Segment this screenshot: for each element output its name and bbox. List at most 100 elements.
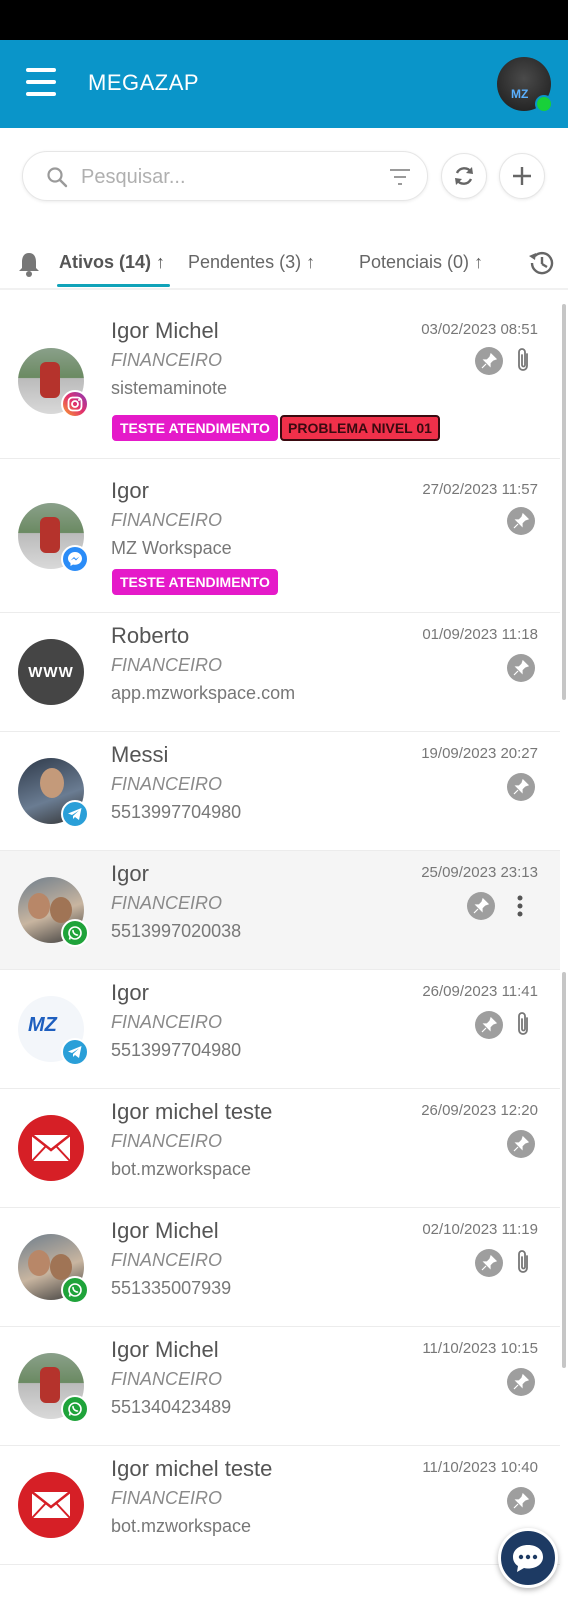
paperclip-icon: [518, 1250, 528, 1273]
tab-potenciais[interactable]: Potenciais (0) ↑: [359, 252, 483, 273]
pin-icon[interactable]: [507, 773, 535, 801]
contact-name: Roberto: [111, 623, 190, 648]
search-input[interactable]: [81, 164, 361, 190]
ticket-item[interactable]: WWW Roberto FINANCEIRO app.mzworkspace.c…: [0, 613, 560, 732]
contact-identifier: 551340423489: [111, 1397, 232, 1417]
contact-identifier: 5513997020038: [111, 921, 242, 941]
pin-icon[interactable]: [467, 892, 495, 920]
contact-identifier: bot.mzworkspace: [111, 1516, 252, 1536]
kebab-icon[interactable]: [516, 894, 524, 918]
chat-support-button[interactable]: [498, 1528, 558, 1588]
last-message-time: 25/09/2023 23:13: [421, 864, 538, 881]
last-message-time: 19/09/2023 20:27: [421, 745, 538, 762]
last-message-time: 11/10/2023 10:40: [422, 1459, 538, 1476]
queue-label: FINANCEIRO: [111, 774, 223, 794]
tag-label: PROBLEMA NIVEL 01: [280, 415, 440, 441]
plus-icon: [513, 167, 531, 185]
contact-identifier: 551335007939: [111, 1278, 232, 1298]
app-bar: MEGAZAP MZ: [0, 40, 568, 128]
status-bar: [0, 0, 568, 40]
telegram-icon: [61, 800, 89, 828]
contact-identifier: 5513997704980: [111, 1040, 242, 1060]
whatsapp-icon: [61, 1276, 89, 1304]
last-message-time: 27/02/2023 11:57: [422, 481, 538, 498]
ticket-list: Igor Michel FINANCEIRO sistemaminote 03/…: [0, 290, 560, 1600]
contact-identifier: bot.mzworkspace: [111, 1159, 252, 1179]
contact-identifier: sistemaminote: [111, 378, 228, 398]
search-icon: [47, 167, 68, 188]
pin-icon[interactable]: [507, 654, 535, 682]
contact-name: Igor michel teste: [111, 1456, 273, 1481]
contact-name: Messi: [111, 742, 169, 767]
contact-identifier: MZ Workspace: [111, 538, 232, 558]
scrollbar[interactable]: [562, 972, 566, 1368]
pin-icon[interactable]: [507, 507, 535, 535]
queue-label: FINANCEIRO: [111, 893, 223, 913]
chat-icon: [513, 1545, 543, 1572]
queue-label: FINANCEIRO: [111, 655, 223, 675]
tab-pendentes[interactable]: Pendentes (3) ↑: [188, 252, 315, 273]
whatsapp-icon: [61, 1395, 89, 1423]
queue-label: FINANCEIRO: [111, 1250, 223, 1270]
pin-icon[interactable]: [475, 347, 503, 375]
queue-label: FINANCEIRO: [111, 1488, 223, 1508]
contact-name: Igor michel teste: [111, 1099, 273, 1124]
tag-label: TESTE ATENDIMENTO: [112, 415, 278, 441]
app-title: MEGAZAP: [88, 70, 200, 95]
envelope-icon: [31, 1491, 71, 1519]
refresh-icon: [455, 167, 473, 185]
whatsapp-icon: [61, 919, 89, 947]
last-message-time: 02/10/2023 11:19: [422, 1221, 538, 1238]
ticket-item[interactable]: Igor FINANCEIRO MZ Workspace 27/02/2023 …: [0, 459, 560, 613]
ticket-item[interactable]: MZ Igor FINANCEIRO 5513997704980 26/09/2…: [0, 970, 560, 1089]
online-status-dot: [535, 95, 553, 113]
pin-icon[interactable]: [507, 1130, 535, 1158]
search-bar: [22, 151, 428, 201]
envelope-icon: [31, 1134, 71, 1162]
last-message-time: 03/02/2023 08:51: [421, 321, 538, 338]
paperclip-icon: [518, 348, 528, 371]
queue-label: FINANCEIRO: [111, 1131, 223, 1151]
tag-label: TESTE ATENDIMENTO: [112, 569, 278, 595]
ticket-item[interactable]: Igor Michel FINANCEIRO 551335007939 02/1…: [0, 1208, 560, 1327]
ticket-item[interactable]: Igor michel teste FINANCEIRO bot.mzworks…: [0, 1089, 560, 1208]
ticket-item[interactable]: Igor FINANCEIRO 5513997020038 25/09/2023…: [0, 851, 560, 970]
contact-identifier: 5513997704980: [111, 802, 242, 822]
email-avatar: [18, 1472, 84, 1538]
queue-label: FINANCEIRO: [111, 350, 223, 370]
bell-icon[interactable]: [16, 250, 42, 278]
active-tab-indicator: [57, 284, 170, 287]
ticket-item[interactable]: Igor michel teste FINANCEIRO bot.mzworks…: [0, 1446, 560, 1565]
email-avatar: [18, 1115, 84, 1181]
contact-name: Igor Michel: [111, 1337, 219, 1362]
contact-name: Igor: [111, 861, 149, 886]
contact-name: Igor: [111, 478, 149, 503]
paperclip-icon: [518, 1012, 528, 1035]
filter-icon[interactable]: [389, 167, 411, 187]
ticket-tabs: Ativos (14) ↑ Pendentes (3) ↑ Potenciais…: [0, 240, 568, 292]
add-ticket-button[interactable]: [499, 153, 545, 199]
ticket-item[interactable]: Messi FINANCEIRO 5513997704980 19/09/202…: [0, 732, 560, 851]
contact-name: Igor: [111, 980, 149, 1005]
pin-icon[interactable]: [507, 1368, 535, 1396]
instagram-icon: [61, 390, 89, 418]
pin-icon[interactable]: [507, 1487, 535, 1515]
tab-ativos[interactable]: Ativos (14) ↑: [59, 252, 165, 273]
ticket-item[interactable]: Igor Michel FINANCEIRO sistemaminote 03/…: [0, 290, 560, 459]
contact-name: Igor Michel: [111, 1218, 219, 1243]
web-avatar: WWW: [18, 639, 84, 705]
refresh-button[interactable]: [441, 153, 487, 199]
queue-label: FINANCEIRO: [111, 1012, 223, 1032]
pin-icon[interactable]: [475, 1249, 503, 1277]
pin-icon[interactable]: [475, 1011, 503, 1039]
queue-label: FINANCEIRO: [111, 510, 223, 530]
menu-icon[interactable]: [26, 68, 58, 98]
history-icon[interactable]: [526, 248, 556, 278]
ticket-item[interactable]: Igor Michel FINANCEIRO 551340423489 11/1…: [0, 1327, 560, 1446]
contact-name: Igor Michel: [111, 318, 219, 343]
last-message-time: 26/09/2023 12:20: [421, 1102, 538, 1119]
scrollbar[interactable]: [562, 304, 566, 700]
telegram-icon: [61, 1038, 89, 1066]
contact-identifier: app.mzworkspace.com: [111, 683, 296, 703]
last-message-time: 01/09/2023 11:18: [422, 626, 538, 643]
